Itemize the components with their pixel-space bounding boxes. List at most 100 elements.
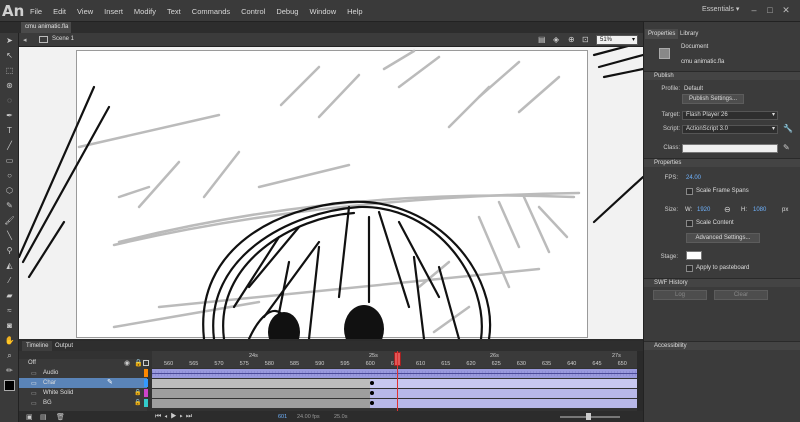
sketch-drawing[interactable] <box>19 47 643 339</box>
lasso-tool-icon[interactable]: ◌ <box>0 93 19 108</box>
current-frame[interactable]: 601 <box>278 414 287 420</box>
pen-tool-icon[interactable]: ✒ <box>0 108 19 123</box>
free-transform-tool-icon[interactable]: ⬚ <box>0 63 19 78</box>
layer-row[interactable]: ▭ Audio <box>19 368 148 378</box>
camera-tool-icon[interactable]: ◙ <box>0 318 19 333</box>
keyframe-dot[interactable] <box>370 391 374 395</box>
snap-icon[interactable]: ⊕ <box>568 35 575 44</box>
subselection-tool-icon[interactable]: ↖ <box>0 48 19 63</box>
stage-color-swatch[interactable] <box>686 251 702 260</box>
playback-controls[interactable]: ⏮◂▶▸⏭ <box>155 413 195 421</box>
bone-tool-icon[interactable]: ⚲ <box>0 243 19 258</box>
fill-color-swatch[interactable] <box>0 378 19 394</box>
outline-icon[interactable] <box>143 360 149 366</box>
layer-row[interactable]: ▭ White Solid 🔒 <box>19 388 148 398</box>
stroke-color-icon[interactable]: ✏ <box>0 363 19 378</box>
wrench-icon[interactable]: 🔧 <box>783 124 793 133</box>
rectangle-tool-icon[interactable]: ▭ <box>0 153 19 168</box>
menu-item-text[interactable]: Text <box>167 7 181 16</box>
keyframe-dot[interactable] <box>370 401 374 405</box>
center-stage-icon[interactable]: ⊡ <box>582 35 589 44</box>
back-arrow-icon[interactable]: ◂ <box>23 36 27 44</box>
maximize-button[interactable]: □ <box>764 4 776 16</box>
width-tool-icon[interactable]: ≈ <box>0 303 19 318</box>
link-dimensions-icon[interactable]: ⊖ <box>724 205 731 214</box>
menu-item-debug[interactable]: Debug <box>276 7 298 16</box>
oval-tool-icon[interactable]: ○ <box>0 168 19 183</box>
menu-item-modify[interactable]: Modify <box>134 7 156 16</box>
width-value[interactable]: 1920 <box>697 207 710 213</box>
clear-button[interactable]: Clear <box>714 290 768 300</box>
script-select[interactable]: ActionScript 3.0 ▾ <box>682 125 778 134</box>
frame-number: 650 <box>617 361 627 367</box>
log-button[interactable]: Log <box>653 290 707 300</box>
scale-frame-spans-checkbox[interactable] <box>686 188 693 195</box>
scale-content-checkbox[interactable] <box>686 220 693 227</box>
line-tool-icon[interactable]: ╱ <box>0 138 19 153</box>
tab-timeline[interactable]: Timeline <box>22 341 53 351</box>
menu-item-help[interactable]: Help <box>347 7 362 16</box>
lock-icon[interactable]: 🔒 <box>134 398 141 408</box>
white-solid-frames[interactable] <box>152 389 637 398</box>
apply-pasteboard-checkbox[interactable] <box>686 265 693 272</box>
advanced-settings-button[interactable]: Advanced Settings... <box>686 233 760 243</box>
layer-row-selected[interactable]: ▭ Char ✎ <box>19 378 148 388</box>
edit-class-icon[interactable]: ✎ <box>783 143 790 152</box>
menu-item-commands[interactable]: Commands <box>192 7 230 16</box>
brush-tool-icon[interactable]: 🖌 <box>0 213 19 228</box>
close-button[interactable]: ✕ <box>780 4 792 16</box>
tab-output[interactable]: Output <box>51 341 77 351</box>
polystar-tool-icon[interactable]: ⬡ <box>0 183 19 198</box>
workspace-switcher[interactable]: Essentials ▾ <box>702 5 739 13</box>
selection-tool-icon[interactable]: ➤ <box>0 33 19 48</box>
menu-item-file[interactable]: File <box>30 7 42 16</box>
char-frames[interactable] <box>152 379 637 388</box>
tab-properties[interactable]: Properties <box>645 29 679 39</box>
edit-scene-icon[interactable]: ▤ <box>538 35 546 44</box>
lock-icon[interactable]: 🔒 <box>134 388 141 398</box>
document-name: cmu animatic.fla <box>681 59 725 65</box>
pasteboard[interactable] <box>19 47 643 339</box>
3d-rotation-tool-icon[interactable]: ⊛ <box>0 78 19 93</box>
new-folder-icon[interactable]: ▤ <box>40 413 47 421</box>
zoom-select[interactable]: 51% ▾ <box>596 35 638 45</box>
document-tab[interactable]: cmu animatic.fla <box>21 22 71 33</box>
minimize-button[interactable]: – <box>748 4 760 16</box>
fps-value[interactable]: 24.00 <box>686 175 701 181</box>
properties-section-header[interactable]: Properties <box>644 158 800 167</box>
playhead[interactable] <box>397 351 398 411</box>
zoom-tool-icon[interactable]: ⌕ <box>0 348 19 363</box>
menu-item-insert[interactable]: Insert <box>104 7 123 16</box>
menu-item-view[interactable]: View <box>77 7 93 16</box>
paint-brush-tool-icon[interactable]: ╲ <box>0 228 19 243</box>
text-tool-icon[interactable]: T <box>0 123 19 138</box>
edit-symbol-icon[interactable]: ◈ <box>553 35 559 44</box>
menu-item-edit[interactable]: Edit <box>53 7 66 16</box>
menu-item-window[interactable]: Window <box>309 7 336 16</box>
lock-icon[interactable]: 🔒 <box>134 359 143 367</box>
eyedropper-tool-icon[interactable]: ⁄ <box>0 273 19 288</box>
keyframe-dot[interactable] <box>370 381 374 385</box>
target-label: Target: <box>661 112 680 118</box>
publish-settings-button[interactable]: Publish Settings... <box>682 94 744 104</box>
hand-tool-icon[interactable]: ✋ <box>0 333 19 348</box>
target-select[interactable]: Flash Player 26 ▾ <box>682 111 778 120</box>
class-input[interactable] <box>682 144 778 153</box>
delete-layer-icon[interactable]: 🗑 <box>56 413 65 421</box>
swf-history-section-header[interactable]: SWF History <box>644 278 800 287</box>
zoom-slider-thumb[interactable] <box>586 413 591 420</box>
accessibility-section-header[interactable]: Accessibility <box>644 341 800 350</box>
bg-frames[interactable] <box>152 399 637 408</box>
eraser-tool-icon[interactable]: ▰ <box>0 288 19 303</box>
publish-section-header[interactable]: Publish <box>644 71 800 80</box>
layer-row[interactable]: ▭ BG 🔒 <box>19 398 148 408</box>
audio-frames[interactable] <box>152 369 637 378</box>
eye-icon[interactable]: ◉ <box>124 359 130 367</box>
frame-rate[interactable]: 24.00 fps <box>297 414 320 420</box>
tab-library[interactable]: Library <box>677 29 701 39</box>
pencil-tool-icon[interactable]: ✎ <box>0 198 19 213</box>
paint-bucket-tool-icon[interactable]: ◭ <box>0 258 19 273</box>
menu-item-control[interactable]: Control <box>241 7 265 16</box>
new-layer-icon[interactable]: ▣ <box>26 413 33 421</box>
height-value[interactable]: 1080 <box>753 207 766 213</box>
